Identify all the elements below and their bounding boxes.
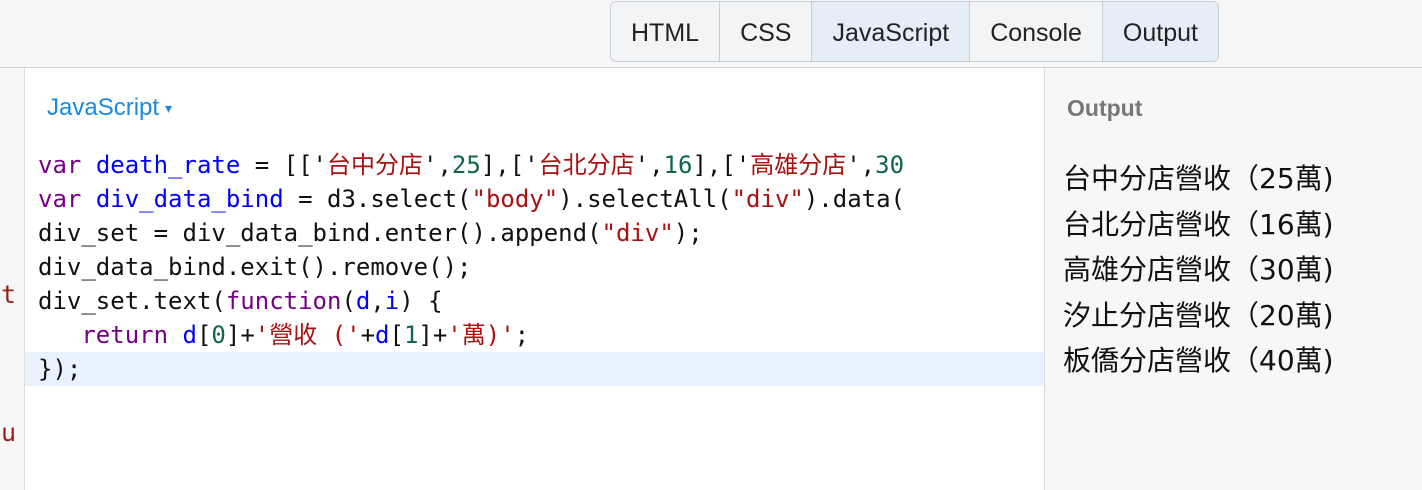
tab-css[interactable]: CSS	[719, 2, 812, 61]
output-panel-label: Output	[1067, 95, 1143, 121]
javascript-panel-label[interactable]: JavaScript ▾	[47, 94, 172, 122]
code-line: div_data_bind.exit().remove();	[38, 253, 472, 281]
panel-tabs: HTML CSS JavaScript Console Output	[610, 1, 1219, 62]
css-panel-edge: nt ou	[0, 68, 25, 490]
tab-javascript[interactable]: JavaScript	[811, 2, 970, 61]
chevron-down-icon: ▾	[165, 100, 173, 117]
code-line-active: });	[25, 352, 1044, 386]
output-item: 汐止分店營收（20萬)	[1063, 298, 1334, 332]
output-list: 台中分店營收（25萬) 台北分店營收（16萬) 高雄分店營收（30萬) 汐止分店…	[1063, 156, 1334, 384]
toolbar: HTML CSS JavaScript Console Output	[0, 0, 1422, 68]
tab-html[interactable]: HTML	[611, 2, 720, 61]
tab-output[interactable]: Output	[1101, 2, 1218, 61]
code-line: var div_data_bind = d3.select("body").se…	[38, 185, 905, 213]
code-line: var death_rate = [['台中分店',25],['台北分店',16…	[38, 151, 905, 179]
clipped-code-fragment: ou	[0, 418, 17, 447]
output-item: 台北分店營收（16萬)	[1063, 207, 1334, 241]
output-item: 台中分店營收（25萬)	[1063, 162, 1334, 195]
clipped-code-fragment: nt	[0, 280, 17, 309]
code-line: div_set = div_data_bind.enter().append("…	[38, 219, 703, 247]
output-item: 高雄分店營收（30萬)	[1063, 253, 1334, 286]
javascript-panel: JavaScript ▾ var death_rate = [['台中分店',25…	[25, 68, 1045, 490]
tab-console[interactable]: Console	[969, 2, 1102, 61]
code-line: return d[0]+'營收 ('+d[1]+'萬)';	[81, 321, 530, 349]
output-panel: Output 台中分店營收（25萬) 台北分店營收（16萬) 高雄分店營收（30…	[1045, 68, 1422, 490]
code-line: div_set.text(function(d,i) {	[38, 287, 443, 315]
output-item: 板僑分店營收（40萬)	[1063, 344, 1334, 377]
code-editor[interactable]: var death_rate = [['台中分店',25],['台北分店',16…	[25, 148, 1044, 386]
